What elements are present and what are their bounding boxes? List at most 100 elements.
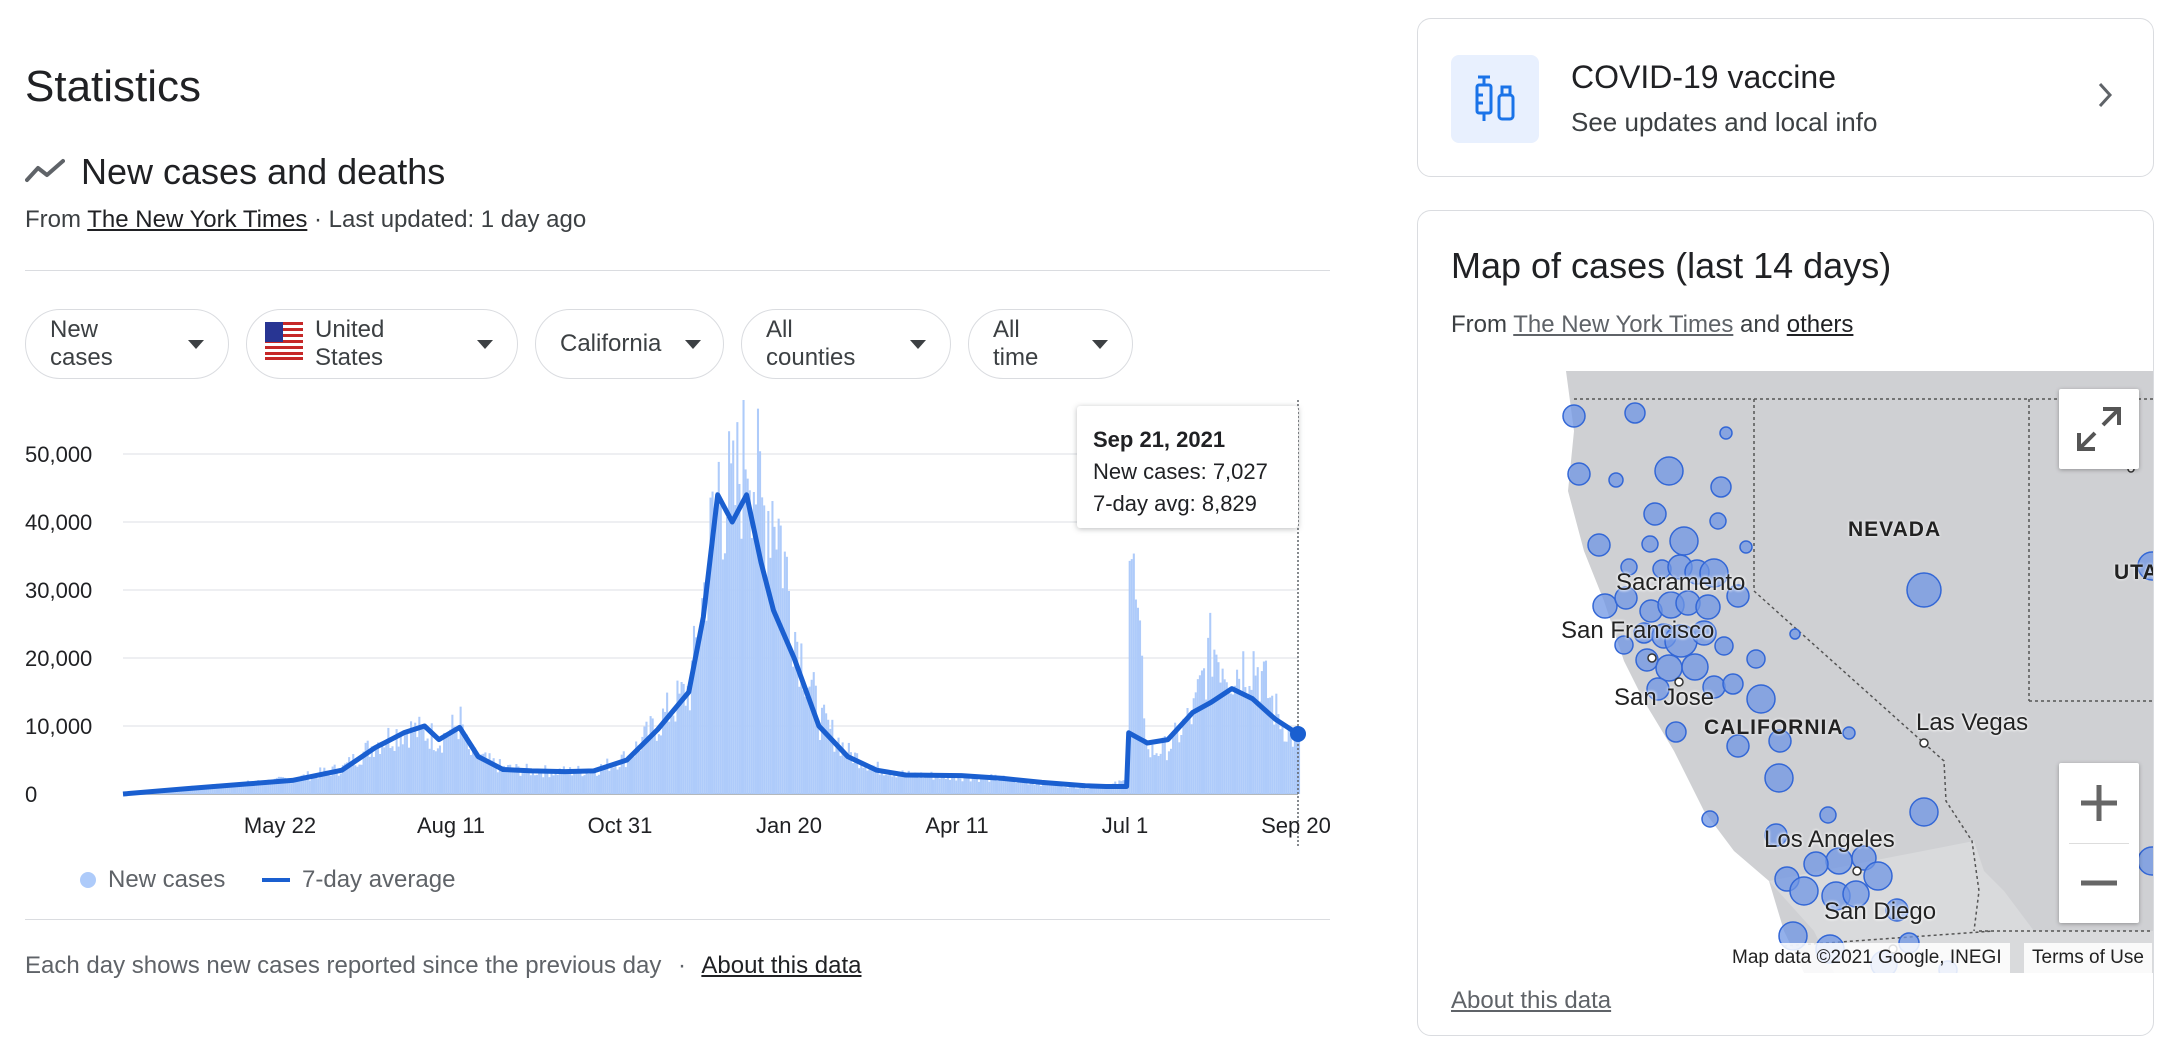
case-bar	[643, 726, 646, 794]
cases-map[interactable]: NEVADA CALIFORNIA UTA Sacramento San Fra…	[1554, 371, 2153, 973]
case-bar	[814, 685, 817, 794]
case-bar	[905, 774, 908, 794]
case-bar	[1130, 559, 1133, 794]
vaccine-card[interactable]: COVID-19 vaccine See updates and local i…	[1417, 18, 2154, 177]
filter-county[interactable]: All counties	[741, 309, 951, 379]
case-bar	[713, 507, 716, 794]
filter-country[interactable]: United States	[246, 309, 518, 379]
case-bar	[1029, 782, 1032, 794]
filter-time-range[interactable]: All time	[968, 309, 1133, 379]
case-bar	[674, 721, 677, 794]
case-bar	[447, 737, 450, 794]
case-bar	[639, 750, 642, 794]
case-bar	[1246, 693, 1249, 794]
case-bar	[810, 679, 813, 794]
case-bar	[798, 686, 801, 794]
source-link[interactable]: The New York Times	[87, 206, 307, 233]
case-bar	[1180, 734, 1183, 794]
case-bar	[676, 680, 679, 794]
case-bar	[1273, 724, 1276, 794]
case-bar	[397, 746, 400, 794]
case-bar	[897, 774, 900, 794]
case-bar	[505, 769, 508, 794]
case-bar	[825, 713, 828, 794]
case-bar	[951, 776, 954, 794]
case-bar	[1134, 599, 1137, 794]
case-bar	[1147, 749, 1150, 794]
fullscreen-button[interactable]	[2059, 389, 2139, 469]
case-bar	[746, 478, 749, 794]
case-bar	[1167, 751, 1170, 794]
filter-state[interactable]: California	[535, 309, 724, 379]
case-bar	[1231, 694, 1234, 794]
tooltip-date: Sep 21, 2021	[1093, 427, 1226, 452]
about-data-link[interactable]: About this data	[701, 952, 861, 979]
case-bar	[368, 756, 371, 794]
case-bar	[401, 744, 404, 794]
case-bar	[781, 588, 784, 794]
case-bar	[1277, 714, 1280, 794]
case-bar	[407, 747, 411, 794]
case-bar	[1074, 788, 1078, 794]
case-bar	[379, 753, 382, 794]
case-bar	[1101, 788, 1104, 794]
case-bar	[412, 732, 415, 794]
case-bar	[399, 734, 402, 794]
case-bar	[862, 767, 865, 794]
case-bar	[1023, 782, 1026, 794]
case-bar	[655, 740, 658, 794]
case-bar	[434, 751, 437, 794]
case-bar	[319, 767, 322, 794]
footer-separator: ·	[678, 952, 687, 979]
case-bar	[818, 740, 821, 794]
us-flag-icon	[265, 321, 303, 367]
case-bar	[653, 730, 656, 794]
y-tick-label: 50,000	[25, 442, 92, 467]
case-bar	[616, 769, 619, 794]
y-tick-label: 40,000	[25, 510, 92, 535]
case-bar	[443, 732, 446, 794]
case-bar	[1178, 742, 1181, 794]
case-bar	[310, 776, 313, 794]
case-bar	[773, 526, 776, 794]
tooltip-avg: 7-day avg: 8,829	[1093, 491, 1257, 516]
case-bar	[864, 764, 867, 794]
case-bar	[922, 777, 925, 794]
case-bar	[453, 726, 456, 794]
last-updated: · Last updated: 1 day ago	[314, 206, 587, 233]
case-bar	[647, 737, 650, 794]
case-bar	[622, 751, 625, 794]
map-source-link[interactable]: The New York Times	[1513, 311, 1733, 338]
case-bar	[800, 643, 803, 794]
zoom-out-button[interactable]	[2059, 843, 2139, 923]
case-bar	[335, 772, 338, 794]
case-bar	[476, 758, 479, 794]
map-others-link[interactable]: others	[1787, 311, 1854, 338]
map-terms-link[interactable]: Terms of Use	[2024, 943, 2152, 973]
case-bar	[998, 780, 1001, 794]
case-bar	[536, 774, 539, 794]
zoom-in-button[interactable]	[2059, 763, 2139, 843]
case-bar	[973, 777, 976, 794]
x-tick-label: Jan 20	[756, 813, 822, 838]
case-bar	[1217, 662, 1220, 794]
case-bar	[1198, 675, 1201, 794]
case-bar	[366, 740, 369, 794]
case-bar	[787, 590, 791, 794]
map-label-san-diego: San Diego	[1824, 898, 1937, 925]
case-bar	[1039, 785, 1042, 794]
case-bar	[767, 511, 770, 794]
case-bar	[959, 778, 962, 794]
case-bar	[1095, 788, 1098, 794]
case-bar	[1077, 788, 1080, 794]
map-about-link[interactable]: About this data	[1451, 987, 1611, 1015]
divider	[25, 270, 1330, 271]
case-bar	[967, 778, 970, 794]
filter-metric[interactable]: New cases	[25, 309, 229, 379]
case-bar	[354, 765, 357, 794]
case-bar	[884, 774, 888, 794]
case-bar	[486, 760, 489, 794]
case-bar	[339, 773, 342, 794]
case-bar	[467, 749, 470, 794]
legend-item-bars: New cases	[80, 866, 225, 894]
